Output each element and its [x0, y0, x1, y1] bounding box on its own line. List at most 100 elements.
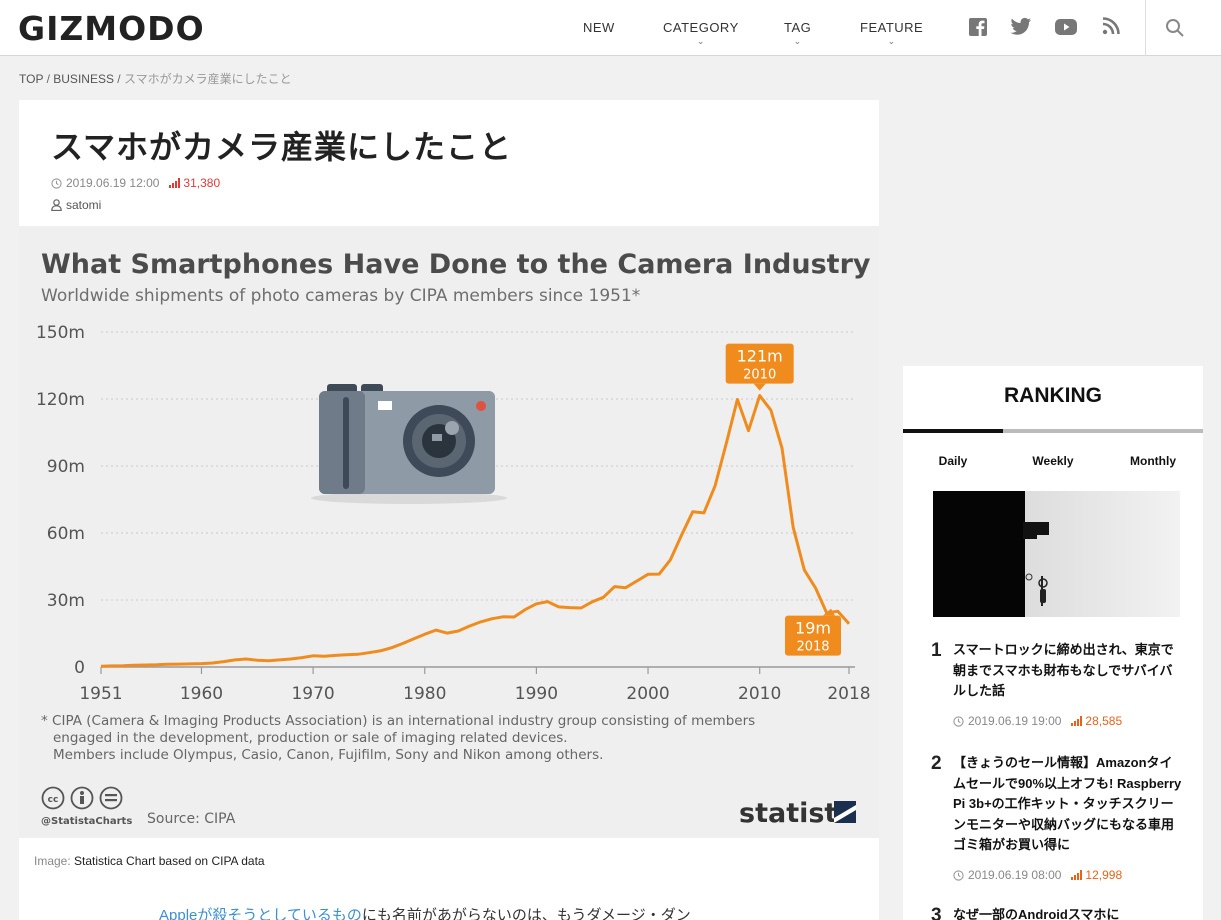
nav-new-label: NEW [583, 20, 615, 35]
ranking-views: 12,998 [1071, 868, 1122, 882]
x-tick-label: 2000 [626, 684, 669, 704]
body-link[interactable]: Appleが殺そうとしているもの [159, 907, 362, 920]
nav-category-label: CATEGORY [663, 20, 739, 35]
ranking-date: 2019.06.19 19:00 [968, 714, 1062, 728]
nav-tag-label: TAG [784, 20, 812, 35]
signal-bars-icon [169, 178, 181, 188]
ranking-number: 3 [931, 905, 942, 920]
annotation-latest-value: 19m [795, 619, 831, 638]
x-tick-label: 1990 [515, 684, 558, 704]
y-tick-label: 120m [36, 390, 85, 410]
clock-icon [953, 869, 964, 881]
article-author[interactable]: satomi [51, 198, 101, 212]
svg-text:cc: cc [48, 795, 59, 805]
twitter-icon[interactable] [1010, 17, 1032, 39]
statista-logo[interactable]: statista [739, 798, 856, 829]
chart-subtitle: Worldwide shipments of photo cameras by … [41, 286, 640, 306]
breadcrumb-separator: / [117, 72, 121, 86]
x-tick-label: 1980 [403, 684, 446, 704]
ranking-number: 2 [931, 753, 942, 774]
nav-feature[interactable]: FEATURE ⌄ [860, 20, 924, 46]
camera-illustration [311, 384, 507, 504]
clock-icon [953, 715, 964, 727]
y-tick-label: 90m [47, 457, 85, 477]
search-button[interactable] [1145, 0, 1221, 56]
chart-footnote-line: Members include Olympus, Casio, Canon, F… [53, 747, 603, 763]
tab-weekly[interactable]: Weekly [1003, 454, 1103, 468]
ranking-title[interactable]: スマートロックに締め出され、東京で朝までスマホも財布もなしでサバイバルした話 [953, 640, 1185, 702]
ranking-title[interactable]: なぜ一部のAndroidスマホに [953, 905, 1185, 920]
view-count: 31,380 [169, 176, 220, 190]
site-logo[interactable]: GIZMODO [18, 9, 205, 48]
breadcrumb-business[interactable]: BUSINESS [53, 72, 114, 86]
body-text: にも名前があがらないのは、もうダメージ・ダン [361, 907, 691, 920]
ranking-widget: RANKING Daily Weekly Monthly 1 スマートロックに締… [903, 366, 1203, 920]
ranking-date: 2019.06.19 08:00 [968, 868, 1062, 882]
chart-figure: What Smartphones Have Done to the Camera… [19, 226, 879, 838]
no-derivatives-icon [99, 786, 123, 810]
chart-footnote-line: * CIPA (Camera & Imaging Products Associ… [41, 713, 755, 729]
article-meta: 2019.06.19 12:00 31,380 [51, 176, 220, 190]
y-tick-label: 60m [47, 524, 85, 544]
annotation-peak-year: 2010 [743, 368, 776, 383]
article-card: スマホがカメラ産業にしたこと 2019.06.19 12:00 31,380 s… [19, 100, 879, 920]
ranking-meta: 2019.06.19 19:00 28,585 [953, 714, 1122, 728]
chart-footnote-line: engaged in the development, production o… [53, 730, 568, 746]
user-icon [51, 199, 62, 211]
clock-icon [51, 177, 62, 189]
chevron-down-icon: ⌄ [696, 36, 705, 46]
rss-icon[interactable] [1102, 17, 1124, 39]
ranking-views: 28,585 [1071, 714, 1122, 728]
signal-bars-icon [1071, 870, 1083, 880]
breadcrumb-top[interactable]: TOP [19, 72, 43, 86]
x-tick-label: 1951 [79, 684, 122, 704]
y-tick-label: 150m [36, 323, 85, 343]
y-tick-label: 30m [47, 591, 85, 611]
ranking-views-value: 28,585 [1085, 714, 1123, 728]
signal-bars-icon [1071, 716, 1083, 726]
annotation-peak-value: 121m [737, 347, 783, 366]
ranking-heading: RANKING [1004, 384, 1102, 407]
annotation-peak: 121m 2010 [725, 343, 794, 391]
site-header: GIZMODO NEW CATEGORY ⌄ TAG ⌄ FEATURE ⌄ [0, 0, 1221, 56]
breadcrumb-current: スマホがカメラ産業にしたこと [123, 72, 292, 86]
view-count-value: 31,380 [183, 176, 221, 190]
statista-credit: @StatistaCharts [41, 816, 132, 827]
x-tick-label: 1960 [180, 684, 223, 704]
line-chart: What Smartphones Have Done to the Camera… [36, 249, 871, 829]
x-tick-label: 1970 [291, 684, 334, 704]
ranking-thumbnail[interactable] [933, 491, 1180, 617]
ranking-tab-indicator [903, 429, 1203, 433]
chart-source: Source: CIPA [147, 811, 236, 827]
annotation-latest-year: 2018 [796, 640, 829, 655]
ranking-views-value: 12,998 [1085, 868, 1123, 882]
annotation-latest: 19m 2018 [785, 608, 841, 656]
article-body: Appleが殺そうとしているものにも名前があがらないのは、もうダメージ・ダン [159, 904, 691, 920]
ranking-number: 1 [931, 640, 942, 661]
search-icon [1166, 19, 1184, 37]
article-date: 2019.06.19 12:00 [66, 176, 160, 190]
tab-monthly[interactable]: Monthly [1103, 454, 1203, 468]
x-tick-label: 2018 [827, 684, 870, 704]
attribution-icon [70, 786, 94, 810]
youtube-icon[interactable] [1054, 17, 1077, 39]
breadcrumb: TOP / BUSINESS / スマホがカメラ産業にしたこと [19, 70, 292, 87]
ranking-title[interactable]: 【きょうのセール情報】Amazonタイムセールで90%以上オフも! Raspbe… [953, 753, 1185, 856]
tab-daily[interactable]: Daily [903, 454, 1003, 468]
nav-category[interactable]: CATEGORY ⌄ [663, 20, 739, 46]
caption-label: Image: [34, 854, 71, 868]
article-title: スマホがカメラ産業にしたこと [51, 128, 513, 166]
ranking-meta: 2019.06.19 08:00 12,998 [953, 868, 1122, 882]
y-tick-label: 0 [74, 658, 85, 678]
nav-feature-label: FEATURE [860, 20, 924, 35]
x-tick-label: 2010 [738, 684, 781, 704]
author-name: satomi [66, 198, 102, 212]
image-caption: Image: Statistica Chart based on CIPA da… [34, 854, 265, 868]
nav-new[interactable]: NEW [583, 20, 615, 35]
chart-title: What Smartphones Have Done to the Camera… [41, 249, 871, 280]
creative-commons-icon: cc [41, 786, 65, 810]
nav-tag[interactable]: TAG ⌄ [784, 20, 812, 46]
chevron-down-icon: ⌄ [887, 36, 896, 46]
facebook-icon[interactable] [968, 17, 990, 39]
caption-text: Statistica Chart based on CIPA data [74, 854, 265, 868]
